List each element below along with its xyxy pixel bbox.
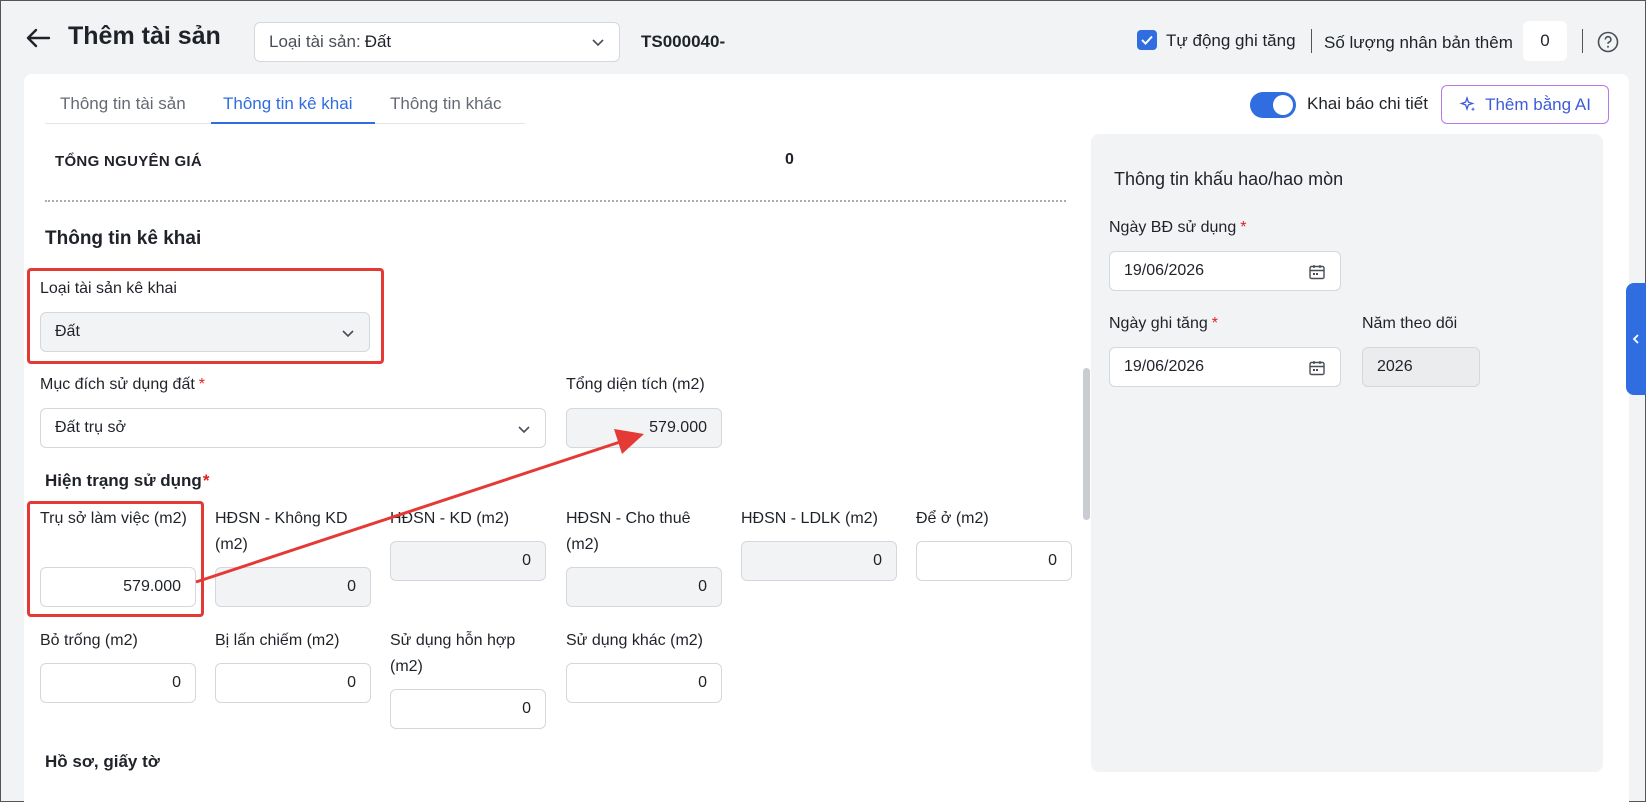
- auto-increase-label: Tự động ghi tăng: [1166, 31, 1296, 50]
- sparkle-icon: [1459, 95, 1476, 111]
- public-service-joint-venture-input[interactable]: 0: [741, 541, 897, 581]
- scrollbar-thumb[interactable]: [1083, 368, 1090, 520]
- total-area-label: Tổng diện tích (m2): [566, 376, 705, 393]
- depreciation-panel-title: Thông tin khấu hao/hao mòn: [1114, 169, 1344, 189]
- residential-area-input[interactable]: 0: [916, 541, 1072, 581]
- clone-count-input[interactable]: 0: [1523, 21, 1567, 61]
- back-arrow-icon[interactable]: [25, 25, 51, 51]
- detail-declaration-label: Khai báo chi tiết: [1307, 94, 1428, 113]
- declared-asset-type-label: Loại tài sản kê khai: [40, 280, 177, 297]
- increase-date-label-text: Ngày ghi tăng: [1109, 315, 1208, 332]
- clone-count-label: Số lượng nhân bản thêm: [1324, 33, 1513, 52]
- side-panel-toggle[interactable]: [1626, 283, 1646, 395]
- mixed-use-area-input[interactable]: 0: [390, 689, 546, 729]
- tab-asset-info[interactable]: Thông tin tài sản: [60, 94, 186, 114]
- tab-other-info[interactable]: Thông tin khác: [390, 94, 502, 114]
- land-purpose-select[interactable]: Đất trụ sở: [40, 408, 546, 448]
- status-field-label: HĐSN - LDLK (m2): [741, 510, 878, 527]
- status-field-label: Bị lấn chiếm (m2): [215, 632, 340, 649]
- detail-declaration-toggle[interactable]: [1250, 92, 1296, 118]
- chevron-down-icon: [342, 330, 354, 338]
- check-icon: [1141, 35, 1153, 45]
- asset-code: TS000040-: [641, 32, 726, 51]
- total-area-input[interactable]: 579.000: [566, 408, 722, 448]
- declared-asset-type-select[interactable]: Đất: [40, 312, 370, 352]
- increase-date-label: Ngày ghi tăng *: [1109, 311, 1218, 337]
- add-with-ai-button[interactable]: Thêm bằng AI: [1441, 85, 1609, 124]
- calendar-icon[interactable]: [1308, 359, 1326, 377]
- chevron-left-icon: [1632, 334, 1639, 344]
- status-field-label: Sử dụng khác (m2): [566, 632, 703, 649]
- public-service-lease-input[interactable]: 0: [566, 567, 722, 607]
- public-service-noncommercial-input[interactable]: 0: [215, 567, 371, 607]
- office-area-input[interactable]: 579.000: [40, 567, 196, 607]
- add-with-ai-label: Thêm bằng AI: [1485, 94, 1591, 114]
- public-service-commercial-input[interactable]: 0: [390, 541, 546, 581]
- start-date-value: 19/06/2026: [1124, 262, 1205, 279]
- other-use-area-input[interactable]: 0: [566, 663, 722, 703]
- asset-type-select-value: Đất: [364, 32, 392, 51]
- status-field-label: Bỏ trống (m2): [40, 632, 138, 649]
- status-field-label: HĐSN - Không KD (m2): [215, 510, 348, 553]
- start-date-label: Ngày BĐ sử dụng *: [1109, 215, 1246, 241]
- section-divider: [45, 200, 1066, 202]
- land-purpose-label-text: Mục đích sử dụng đất: [40, 376, 195, 393]
- declaration-section-title: Thông tin kê khai: [45, 228, 202, 249]
- status-field-label: Sử dụng hỗn hợp (m2): [390, 632, 516, 675]
- status-field-label: Để ở (m2): [916, 510, 989, 527]
- chevron-down-icon: [592, 39, 604, 47]
- status-field-label: Trụ sở làm việc (m2): [40, 510, 187, 527]
- tracking-year-input[interactable]: 2026: [1362, 347, 1480, 387]
- chevron-down-icon: [518, 426, 530, 434]
- status-field-label: HĐSN - KD (m2): [390, 510, 510, 527]
- total-original-cost-label: TỔNG NGUYÊN GIÁ: [55, 153, 203, 170]
- documents-section-title: Hồ sơ, giấy tờ: [45, 752, 160, 771]
- header-divider: [1582, 29, 1583, 53]
- vacant-area-input[interactable]: 0: [40, 663, 196, 703]
- start-date-input[interactable]: 19/06/2026: [1109, 251, 1341, 291]
- increase-date-input[interactable]: 19/06/2026: [1109, 347, 1341, 387]
- calendar-icon[interactable]: [1308, 263, 1326, 281]
- start-date-label-text: Ngày BĐ sử dụng: [1109, 219, 1237, 236]
- auto-increase-checkbox[interactable]: [1137, 30, 1157, 50]
- header-divider: [1311, 29, 1312, 53]
- usage-status-title-text: Hiện trạng sử dụng: [45, 471, 202, 490]
- asset-type-select[interactable]: Loại tài sản: Đất: [254, 22, 620, 62]
- land-purpose-value: Đất trụ sở: [55, 419, 126, 436]
- required-mark: *: [198, 376, 206, 393]
- total-original-cost-value: 0: [785, 151, 794, 168]
- increase-date-value: 19/06/2026: [1124, 358, 1205, 375]
- required-mark: *: [202, 471, 210, 490]
- status-field-label: HĐSN - Cho thuê (m2): [566, 510, 691, 553]
- required-mark: *: [1211, 315, 1218, 332]
- usage-status-title: Hiện trạng sử dụng*: [45, 468, 209, 494]
- required-mark: *: [1240, 219, 1247, 236]
- declared-asset-type-value: Đất: [55, 323, 80, 340]
- active-tab-indicator: [211, 122, 375, 124]
- tab-declaration-info[interactable]: Thông tin kê khai: [223, 94, 352, 114]
- asset-type-select-label: Loại tài sản:: [269, 32, 361, 51]
- land-purpose-label: Mục đích sử dụng đất *: [40, 372, 205, 398]
- page-title: Thêm tài sản: [68, 22, 221, 50]
- encroached-area-input[interactable]: 0: [215, 663, 371, 703]
- help-icon[interactable]: [1597, 31, 1619, 53]
- tracking-year-label: Năm theo dõi: [1362, 315, 1458, 332]
